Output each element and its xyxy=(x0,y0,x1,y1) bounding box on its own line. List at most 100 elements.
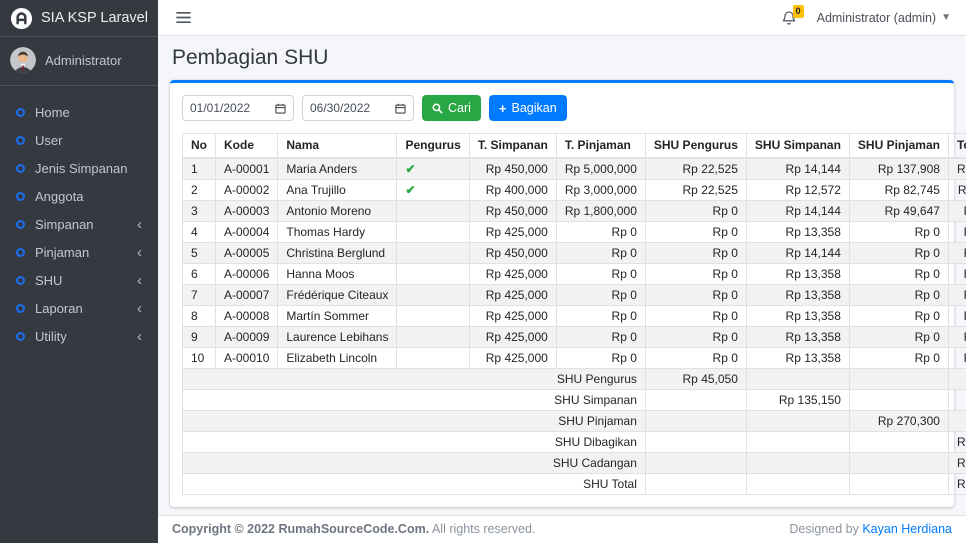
check-icon: ✔ xyxy=(405,162,415,176)
content: Pembagian SHU 01/01/2022 06/30/2022 xyxy=(158,36,966,515)
shu-pengurus-cell: Rp 22,525 xyxy=(645,180,746,201)
t-simpanan-cell: Rp 450,000 xyxy=(469,243,556,264)
sidebar-item-label: Anggota xyxy=(35,189,83,204)
no-cell: 4 xyxy=(183,222,216,243)
empty-cell xyxy=(746,432,849,453)
circle-icon xyxy=(16,304,25,313)
nama-cell: Frédérique Citeaux xyxy=(278,285,397,306)
empty-cell xyxy=(849,432,948,453)
chevron-left-icon: ‹ xyxy=(137,332,142,341)
kode-cell: A-00010 xyxy=(216,348,278,369)
sidebar-item-label: Simpanan xyxy=(35,217,94,232)
t-simpanan-cell: Rp 425,000 xyxy=(469,348,556,369)
shu-pinjaman-cell: Rp 0 xyxy=(849,222,948,243)
summary-value: Rp 135,150 xyxy=(746,390,849,411)
date-to-value: 06/30/2022 xyxy=(310,101,370,115)
sidebar-item-shu[interactable]: SHU‹ xyxy=(8,268,150,293)
sidebar-nav: Home User Jenis Simpanan Anggota Simpanan ‹ Pi… xyxy=(0,86,158,357)
total-cell: Rp 13,358 xyxy=(948,306,966,327)
shu-pinjaman-cell: Rp 0 xyxy=(849,306,948,327)
designer-link[interactable]: Kayan Herdiana xyxy=(862,522,952,536)
table-row: 4A-00004Thomas HardyRp 425,000Rp 0Rp 0Rp… xyxy=(183,222,966,243)
shu-pinjaman-cell: Rp 137,908 xyxy=(849,158,948,180)
sidebar-item-home[interactable]: Home xyxy=(8,100,150,125)
t-pinjaman-cell: Rp 1,800,000 xyxy=(556,201,645,222)
copyright-text: Copyright © 2022 RumahSourceCode.Com. Al… xyxy=(172,522,535,536)
sidebar-item-label: User xyxy=(35,133,62,148)
no-cell: 9 xyxy=(183,327,216,348)
brand-link[interactable]: SIA KSP Laravel xyxy=(0,0,158,37)
t-pinjaman-cell: Rp 3,000,000 xyxy=(556,180,645,201)
empty-cell xyxy=(948,369,966,390)
table-row: 10A-00010Elizabeth LincolnRp 425,000Rp 0… xyxy=(183,348,966,369)
total-cell: Rp 63,791 xyxy=(948,201,966,222)
empty-cell xyxy=(948,390,966,411)
col-header-shu-pengurus: SHU Pengurus xyxy=(645,134,746,159)
sidebar-item-label: Pinjaman xyxy=(35,245,89,260)
check-icon: ✔ xyxy=(405,183,415,197)
col-header-t-simpanan: T. Simpanan xyxy=(469,134,556,159)
col-header-kode: Kode xyxy=(216,134,278,159)
share-button[interactable]: + Bagikan xyxy=(489,95,567,121)
sidebar-item-jenis-simpanan[interactable]: Jenis Simpanan xyxy=(8,156,150,181)
top-navbar: 0 Administrator (admin) ▼ xyxy=(158,0,966,36)
summary-value: Rp 270,300 xyxy=(849,411,948,432)
sidebar-item-pinjaman[interactable]: Pinjaman‹ xyxy=(8,240,150,265)
sidebar-item-anggota[interactable]: Anggota xyxy=(8,184,150,209)
shu-pengurus-cell: Rp 0 xyxy=(645,222,746,243)
pengurus-cell: ✔ xyxy=(397,158,469,180)
pengurus-cell: ✔ xyxy=(397,180,469,201)
shu-pengurus-cell: Rp 0 xyxy=(645,306,746,327)
table-row: 6A-00006Hanna MoosRp 425,000Rp 0Rp 0Rp 1… xyxy=(183,264,966,285)
summary-label: SHU Pinjaman xyxy=(183,411,646,432)
notification-badge: 0 xyxy=(793,5,804,18)
user-dropdown-label: Administrator (admin) xyxy=(817,11,936,25)
calendar-icon xyxy=(275,103,286,114)
sidebar-item-utility[interactable]: Utility‹ xyxy=(8,324,150,349)
t-pinjaman-cell: Rp 0 xyxy=(556,306,645,327)
date-to-input[interactable]: 06/30/2022 xyxy=(302,95,414,121)
table-row: 5A-00005Christina BerglundRp 450,000Rp 0… xyxy=(183,243,966,264)
search-button[interactable]: Cari xyxy=(422,95,481,121)
summary-row: SHU PengurusRp 45,050 xyxy=(183,369,966,390)
date-from-input[interactable]: 01/01/2022 xyxy=(182,95,294,121)
sidebar-item-laporan[interactable]: Laporan‹ xyxy=(8,296,150,321)
no-cell: 7 xyxy=(183,285,216,306)
empty-cell xyxy=(746,411,849,432)
empty-cell xyxy=(849,390,948,411)
t-simpanan-cell: Rp 425,000 xyxy=(469,264,556,285)
notifications-button[interactable]: 0 xyxy=(781,10,797,26)
summary-row: SHU DibagikanRp 450,500 xyxy=(183,432,966,453)
shu-pinjaman-cell: Rp 0 xyxy=(849,243,948,264)
nama-cell: Ana Trujillo xyxy=(278,180,397,201)
kode-cell: A-00007 xyxy=(216,285,278,306)
nama-cell: Christina Berglund xyxy=(278,243,397,264)
summary-label: SHU Dibagikan xyxy=(183,432,646,453)
table-row: 8A-00008Martín SommerRp 425,000Rp 0Rp 0R… xyxy=(183,306,966,327)
t-simpanan-cell: Rp 425,000 xyxy=(469,306,556,327)
sidebar: SIA KSP Laravel Administrator xyxy=(0,0,158,543)
sidebar-item-label: Home xyxy=(35,105,70,120)
shu-pinjaman-cell: Rp 0 xyxy=(849,348,948,369)
t-pinjaman-cell: Rp 0 xyxy=(556,285,645,306)
summary-row: SHU CadanganRp 450,500 xyxy=(183,453,966,474)
sidebar-item-label: Jenis Simpanan xyxy=(35,161,128,176)
date-from-value: 01/01/2022 xyxy=(190,101,250,115)
chevron-left-icon: ‹ xyxy=(137,276,142,285)
nama-cell: Antonio Moreno xyxy=(278,201,397,222)
t-pinjaman-cell: Rp 0 xyxy=(556,264,645,285)
sidebar-item-simpanan[interactable]: Simpanan ‹ xyxy=(8,212,150,237)
pengurus-cell xyxy=(397,243,469,264)
chevron-left-icon: ‹ xyxy=(137,220,142,229)
circle-icon xyxy=(16,220,25,229)
shu-simpanan-cell: Rp 14,144 xyxy=(746,158,849,180)
sidebar-item-user[interactable]: User xyxy=(8,128,150,153)
total-cell: Rp 13,358 xyxy=(948,264,966,285)
summary-row: SHU SimpananRp 135,150 xyxy=(183,390,966,411)
sidebar-user-panel[interactable]: Administrator xyxy=(0,37,158,86)
menu-toggle-icon[interactable] xyxy=(173,8,194,27)
user-dropdown[interactable]: Administrator (admin) ▼ xyxy=(817,11,951,25)
total-cell: Rp 14,144 xyxy=(948,243,966,264)
summary-value: Rp 901,000 xyxy=(948,474,966,495)
brand-text: SIA KSP Laravel xyxy=(41,10,148,26)
